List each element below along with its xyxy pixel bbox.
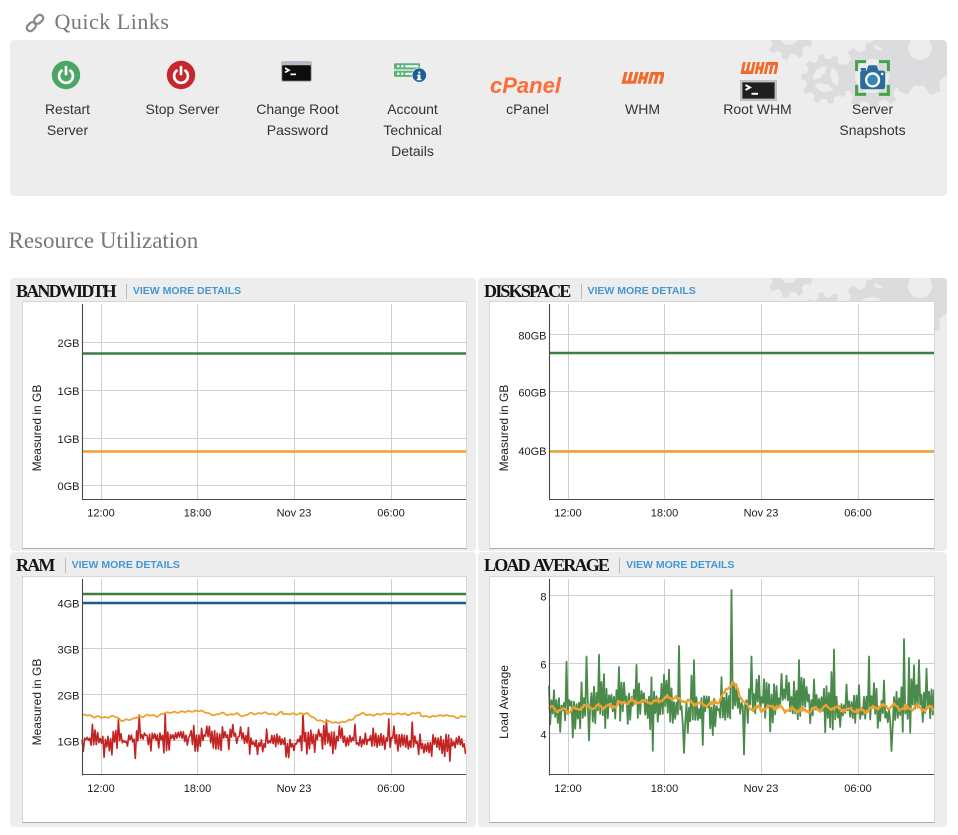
svg-text:4GB: 4GB (57, 599, 79, 611)
svg-text:12:00: 12:00 (87, 508, 115, 520)
svg-text:6: 6 (540, 660, 546, 672)
svg-text:0GB: 0GB (57, 481, 79, 493)
svg-text:06:00: 06:00 (844, 783, 872, 795)
svg-text:Nov 23: Nov 23 (277, 783, 312, 795)
svg-text:18:00: 18:00 (184, 508, 212, 520)
svg-text:18:00: 18:00 (651, 783, 679, 795)
svg-text:06:00: 06:00 (377, 783, 405, 795)
svg-text:Measured in GB: Measured in GB (30, 659, 44, 746)
svg-text:06:00: 06:00 (844, 508, 872, 520)
svg-text:2GB: 2GB (57, 338, 79, 350)
svg-text:Measured in GB: Measured in GB (497, 385, 511, 472)
svg-text:06:00: 06:00 (377, 508, 405, 520)
svg-text:1GB: 1GB (57, 737, 79, 749)
svg-text:Nov 23: Nov 23 (744, 508, 779, 520)
svg-text:18:00: 18:00 (184, 783, 212, 795)
svg-text:12:00: 12:00 (554, 783, 582, 795)
svg-text:4: 4 (540, 730, 546, 742)
svg-text:1GB: 1GB (57, 386, 79, 398)
svg-text:1GB: 1GB (57, 434, 79, 446)
svg-text:2GB: 2GB (57, 691, 79, 703)
svg-text:3GB: 3GB (57, 645, 79, 657)
svg-text:40GB: 40GB (518, 446, 546, 458)
svg-text:12:00: 12:00 (87, 783, 115, 795)
svg-text:Load Average: Load Average (497, 665, 511, 739)
svg-text:Measured in GB: Measured in GB (30, 385, 44, 472)
svg-text:60GB: 60GB (518, 388, 546, 400)
svg-text:80GB: 80GB (518, 331, 546, 343)
svg-text:Nov 23: Nov 23 (744, 783, 779, 795)
svg-text:Nov 23: Nov 23 (277, 508, 312, 520)
svg-text:18:00: 18:00 (651, 508, 679, 520)
svg-text:8: 8 (540, 592, 546, 604)
svg-text:12:00: 12:00 (554, 508, 582, 520)
